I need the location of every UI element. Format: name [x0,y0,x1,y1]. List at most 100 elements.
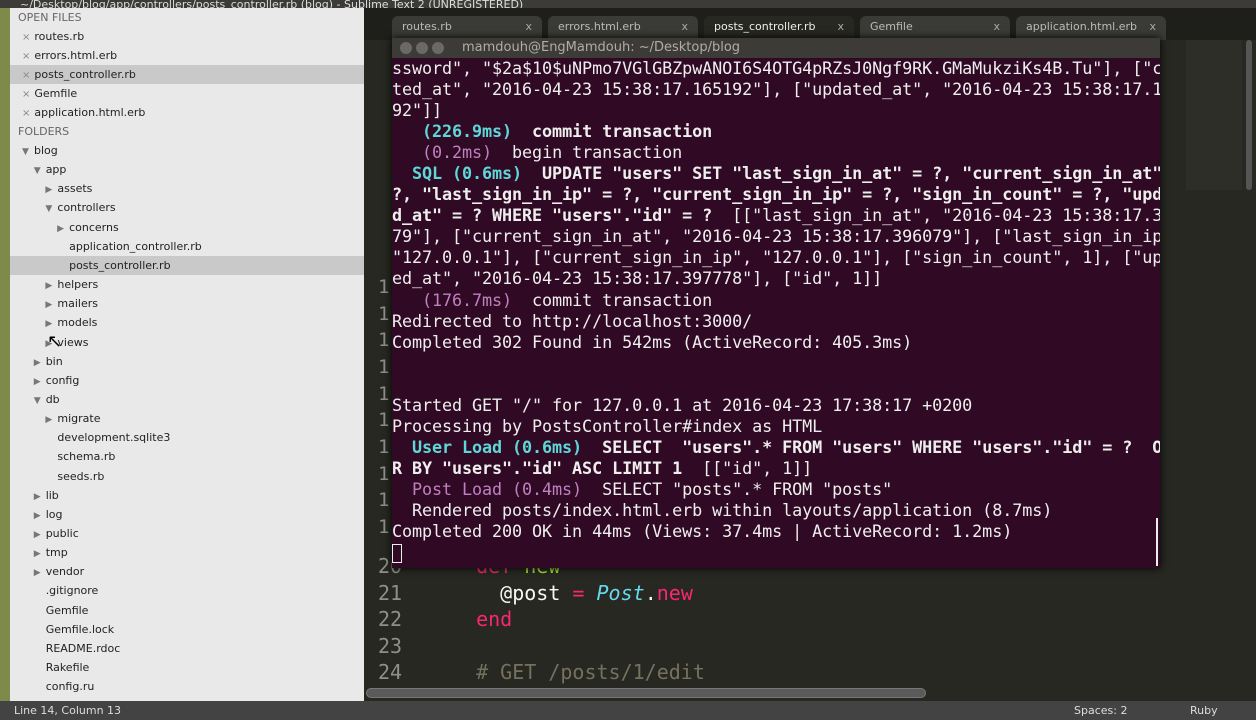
syntax-setting[interactable]: Ruby [1190,701,1218,720]
indentation-setting[interactable]: Spaces: 2 [1074,701,1127,720]
folder-item[interactable]: ▶ public [10,524,364,543]
close-icon[interactable]: × [22,51,30,62]
folder-item[interactable]: ▼ blog [10,141,364,160]
code-line[interactable]: 24 # GET /posts/1/edit [378,659,705,685]
tab-gemfile[interactable]: Gemfile x [860,16,1010,40]
terminal-titlebar[interactable]: mamdouh@EngMamdouh: ~/Desktop/blog [392,38,1160,58]
close-icon[interactable]: × [22,70,30,81]
terminal-prompt-line[interactable] [392,542,1160,563]
triangle-right-icon[interactable]: ▶ [34,488,46,507]
triangle-down-icon[interactable]: ▼ [34,162,46,181]
folder-item[interactable]: ▶ vendor [10,562,364,581]
triangle-right-icon[interactable]: ▶ [45,277,57,296]
folder-item[interactable]: ▼ controllers [10,198,364,217]
open-file-item[interactable]: × Gemfile [10,84,364,103]
folder-item[interactable]: ▶ concerns [10,218,364,237]
close-icon[interactable]: x [837,16,844,38]
folder-item[interactable]: ▶ views [10,333,364,352]
tab-posts-controller-rb[interactable]: posts_controller.rb x [704,16,854,40]
terminal-window[interactable]: mamdouh@EngMamdouh: ~/Desktop/blog sswor… [392,38,1160,568]
triangle-right-icon[interactable]: ▶ [45,296,57,315]
folder-item[interactable]: ▶ models [10,313,364,332]
open-file-item[interactable]: × routes.rb [10,27,364,46]
horizontal-scrollbar[interactable] [366,688,926,698]
triangle-right-icon[interactable]: ▶ [57,220,69,239]
open-file-item[interactable]: × application.html.erb [10,103,364,122]
tab-routes-rb[interactable]: routes.rb x [392,16,542,40]
terminal-line: 79"], ["current_sign_in_at", "2016-04-23… [392,226,1160,247]
close-icon[interactable]: x [525,16,532,38]
terminal-text: [["last_sign_in_at", "2016-04-23 15:38:1… [712,205,1160,226]
line-number: 1 [378,276,390,298]
folder-item[interactable]: ▶ config [10,371,364,390]
file-item[interactable]: README.rdoc [10,639,364,658]
folder-item[interactable]: ▶ assets [10,179,364,198]
close-icon[interactable]: × [22,32,30,43]
triangle-right-icon[interactable]: ▶ [45,411,57,430]
file-item[interactable]: Rakefile [10,658,364,677]
triangle-right-icon[interactable]: ▶ [34,564,46,583]
triangle-down-icon[interactable]: ▼ [34,392,46,411]
close-icon[interactable]: × [22,89,30,100]
folder-item[interactable]: ▶ tmp [10,543,364,562]
close-icon[interactable]: × [22,108,30,119]
file-item[interactable]: seeds.rb [10,467,364,486]
vertical-scrollbar[interactable] [1246,40,1252,190]
triangle-right-icon[interactable]: ▶ [34,373,46,392]
terminal-line: Completed 302 Found in 542ms (ActiveReco… [392,332,1160,353]
file-item[interactable]: schema.rb [10,447,364,466]
terminal-output[interactable]: ssword", "$2a$10$uNPmo7VGlGBZpwANOI6S4OT… [392,58,1160,568]
terminal-scrollbar[interactable] [1156,518,1158,566]
triangle-right-icon[interactable]: ▶ [45,181,57,200]
file-item[interactable]: Gemfile.lock [10,620,364,639]
file-item[interactable]: config.ru [10,677,364,696]
terminal-text: SELECT "posts".* FROM "posts" [582,478,893,499]
code-line[interactable]: 23 [378,633,452,659]
code-line[interactable]: 21 @post = Post.new [378,580,693,606]
triangle-right-icon[interactable]: ▶ [34,545,46,564]
folder-item[interactable]: ▶ helpers [10,275,364,294]
tree-item-label: Rakefile [45,661,90,675]
close-icon[interactable]: x [993,16,1000,38]
folder-item[interactable]: ▶ mailers [10,294,364,313]
code-line[interactable]: 22 end [378,606,512,632]
close-icon[interactable]: x [681,16,688,38]
triangle-down-icon[interactable]: ▼ [22,143,34,162]
file-item[interactable]: .gitignore [10,581,364,600]
status-bar: Line 14, Column 13 Spaces: 2 Ruby [0,701,1256,720]
folder-item[interactable]: ▶ lib [10,486,364,505]
folder-item[interactable]: ▶ migrate [10,409,364,428]
tree-item-label: Gemfile.lock [45,622,115,636]
file-item[interactable]: application_controller.rb [10,237,364,256]
open-file-item[interactable]: × errors.html.erb [10,46,364,65]
triangle-right-icon[interactable]: ▶ [34,354,46,373]
file-item[interactable]: Gemfile [10,601,364,620]
folder-item[interactable]: ▼ db [10,390,364,409]
open-file-label: Gemfile [34,87,78,100]
tree-item-label: .gitignore [45,584,99,598]
terminal-line: SQL (0.6ms) UPDATE "users" SET "last_sig… [392,163,1160,184]
maximize-icon[interactable] [432,42,444,54]
minimap[interactable] [1186,40,1242,190]
folder-item[interactable]: ▶ bin [10,352,364,371]
terminal-line: ted_at", "2016-04-23 15:38:17.165192"], … [392,79,1160,100]
folder-item[interactable]: ▼ app [10,160,364,179]
triangle-right-icon[interactable]: ▶ [34,526,46,545]
text-cursor [392,543,402,563]
open-file-item[interactable]: × posts_controller.rb [10,65,364,84]
close-icon[interactable] [400,42,412,54]
triangle-right-icon[interactable]: ▶ [34,507,46,526]
triangle-down-icon[interactable]: ▼ [45,200,57,219]
terminal-line: (176.7ms) commit transaction [392,290,1160,311]
terminal-line: (226.9ms) commit transaction [392,121,1160,142]
file-item[interactable]: posts_controller.rb [10,255,364,275]
file-item[interactable]: development.sqlite3 [10,428,364,447]
terminal-text: [["id", 1]] [682,457,813,478]
terminal-text: Post Load (0.4ms) [392,478,583,499]
minimize-icon[interactable] [416,42,428,54]
terminal-line: (0.2ms) begin transaction [392,142,1160,163]
tab-errors-html-erb[interactable]: errors.html.erb x [548,16,698,40]
close-icon[interactable]: x [1149,16,1156,38]
folder-item[interactable]: ▶ log [10,505,364,524]
tab-application-html-erb[interactable]: application.html.erb x [1016,16,1166,40]
